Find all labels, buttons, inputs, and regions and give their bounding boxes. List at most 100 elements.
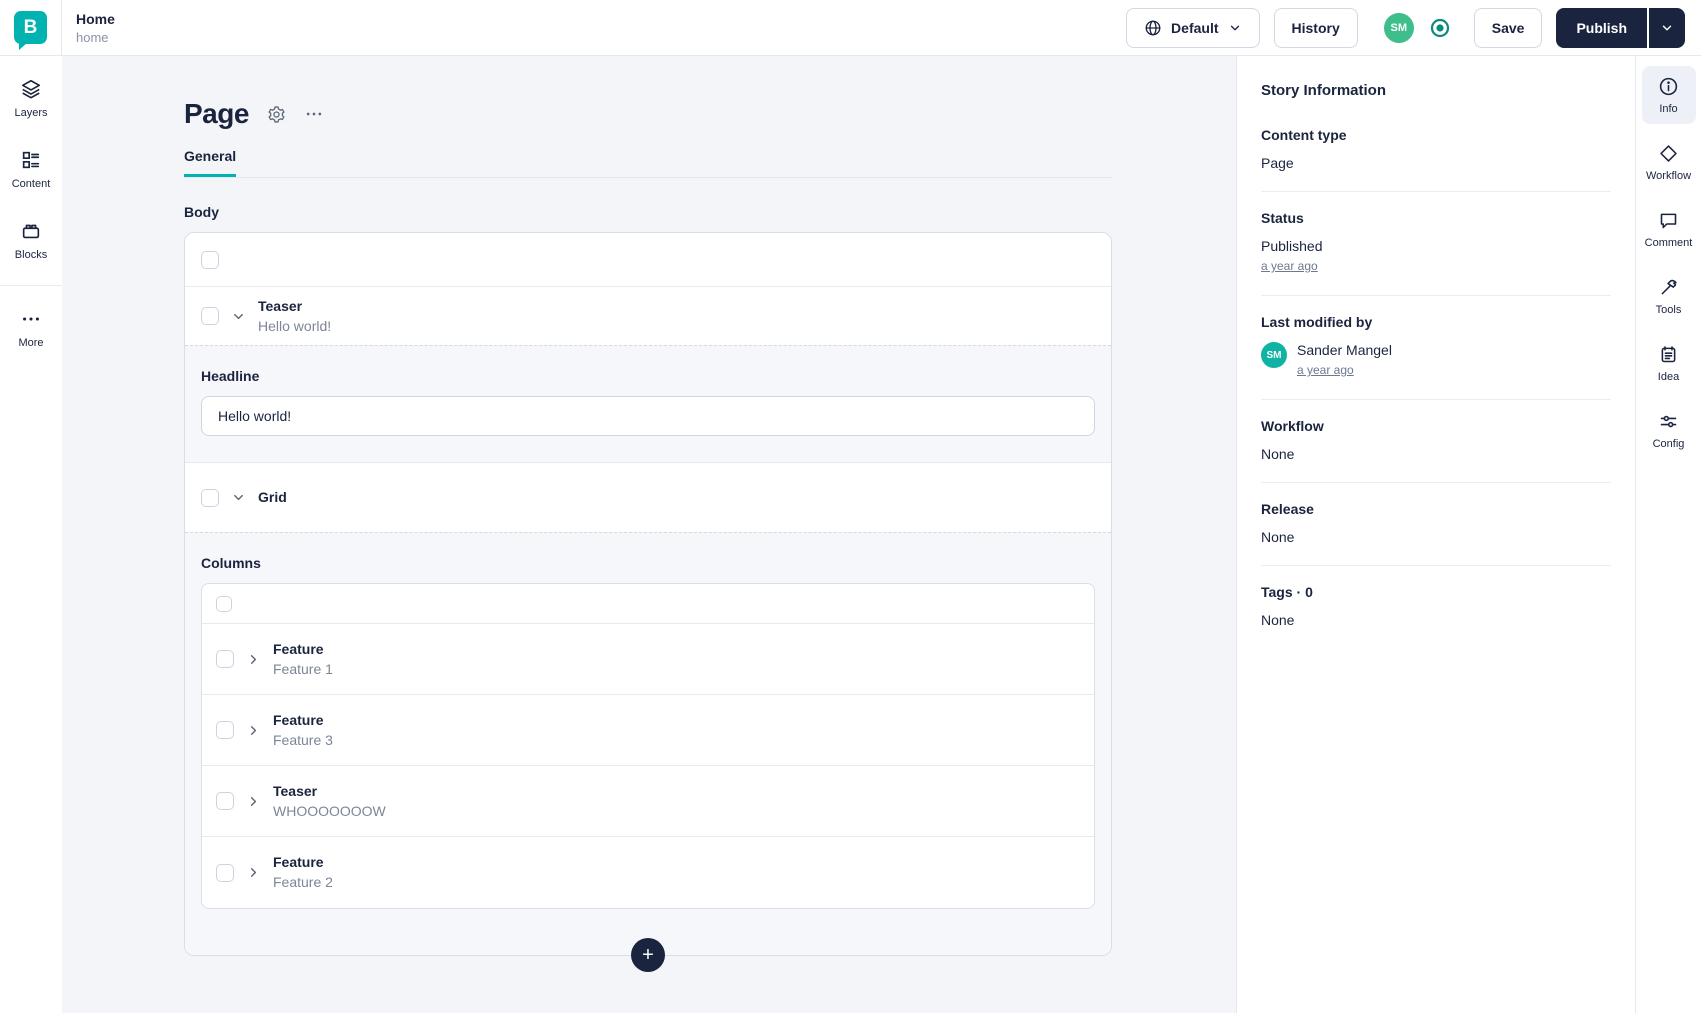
page-title: Page [184,98,249,129]
sidebar-item-blocks[interactable]: Blocks [0,214,62,267]
panel-tab-info[interactable]: Info [1641,66,1696,124]
panel-tab-idea[interactable]: Idea [1642,334,1696,392]
column-block-row[interactable]: Feature Feature 1 [202,624,1094,695]
chevron-right-icon[interactable] [246,865,261,880]
panel-tab-label: Config [1652,438,1685,450]
left-sidebar: Layers Content Blocks More [0,56,62,1013]
globe-icon [1144,19,1162,37]
chevron-down-icon[interactable] [231,309,246,324]
chevron-down-icon [1660,21,1674,35]
history-button[interactable]: History [1273,7,1358,48]
editor-column: Page General Body Teaser Hello world! He… [184,98,1112,972]
block-checkbox[interactable] [216,650,234,668]
block-checkbox[interactable] [216,863,234,882]
sidebar-item-label: More [18,337,44,349]
comment-bubble-icon [1658,210,1679,231]
block-row-grid[interactable]: Grid [185,462,1111,532]
block-subtitle: Feature 3 [273,731,333,748]
sidebar-divider [0,285,62,286]
teaser-expanded-panel: Headline [185,345,1111,462]
panel-tab-label: Workflow [1645,170,1692,182]
topbar-actions: Default History SM Save Publish [1126,7,1685,48]
block-title: Feature [273,854,324,870]
body-blocks-card: Teaser Hello world! Headline Grid Column… [184,232,1112,972]
record-icon[interactable] [1428,16,1452,40]
page-title-row: Page [184,98,1112,130]
status-label: Status [1261,210,1304,226]
chevron-down-icon[interactable] [231,490,246,505]
panel-tab-comment[interactable]: Comment [1642,200,1696,258]
user-avatar[interactable]: SM [1383,12,1414,43]
right-sidebar: Info Workflow Comment Tools Idea Config [1635,56,1701,1013]
divider [1261,295,1611,296]
panel-tab-label: Tools [1655,304,1682,316]
workflow-label: Workflow [1261,418,1324,434]
notepad-icon [1658,344,1679,365]
column-block-row[interactable]: Feature Feature 3 [202,695,1094,766]
panel-tab-label: Idea [1657,371,1680,383]
gear-icon[interactable] [267,105,286,124]
save-button[interactable]: Save [1473,7,1543,48]
column-block-row[interactable]: Teaser WHOOOOOOOW [202,766,1094,837]
block-subtitle: WHOOOOOOOW [273,802,386,819]
block-titles: Feature Feature 3 [273,712,333,749]
panel-tab-label: Comment [1644,237,1693,249]
publish-dropdown-button[interactable] [1647,7,1685,48]
sidebar-item-label: Layers [14,107,48,119]
content-type-value: Page [1261,155,1294,171]
more-dots-icon [20,308,42,330]
divider [1261,482,1611,483]
select-all-checkbox[interactable] [216,595,232,612]
layers-icon [20,78,42,100]
breadcrumb: Home home [76,11,115,45]
block-row-teaser[interactable]: Teaser Hello world! [185,287,1111,345]
user-name: Sander Mangel [1297,342,1392,358]
content-type-section: Content type Page [1261,127,1611,171]
columns-blocks-card: Feature Feature 1 Feature Feature 3 Teas… [201,583,1095,909]
column-block-row[interactable]: Feature Feature 2 [202,837,1094,908]
block-checkbox[interactable] [216,721,234,739]
chevron-right-icon[interactable] [246,794,261,809]
headline-input[interactable] [201,396,1095,436]
select-all-checkbox[interactable] [201,250,219,269]
panel-tab-config[interactable]: Config [1642,401,1696,459]
block-title: Feature [273,640,324,657]
save-button-label: Save [1491,19,1525,36]
history-button-label: History [1291,19,1340,36]
release-section: Release None [1261,501,1611,545]
block-checkbox[interactable] [216,792,234,810]
tab-general[interactable]: General [184,148,237,177]
modified-time-link[interactable]: a year ago [1297,363,1354,377]
block-title: Teaser [258,297,303,314]
add-block-button[interactable]: + [631,938,665,972]
publish-button[interactable]: Publish [1556,8,1647,48]
panel-tab-workflow[interactable]: Workflow [1642,133,1696,191]
sidebar-item-label: Blocks [14,249,48,261]
sidebar-item-more[interactable]: More [0,302,62,355]
status-value: Published [1261,238,1323,254]
hammer-icon [1658,277,1679,298]
storyblok-logo-icon[interactable]: B [14,11,47,50]
content-type-label: Content type [1261,127,1347,143]
story-info-panel: Story Information Content type Page Stat… [1236,56,1635,1013]
block-title: Feature [273,711,324,728]
divider [1261,565,1611,566]
ellipsis-icon[interactable] [304,104,324,124]
topbar: Home home Default History SM Save Publis… [62,0,1701,56]
status-time-link[interactable]: a year ago [1261,259,1318,273]
divider [1261,191,1611,192]
block-checkbox[interactable] [201,307,219,325]
block-titles: Feature Feature 1 [273,641,333,678]
publish-split-button: Publish [1556,7,1685,48]
logo-cell: B [0,0,62,56]
sidebar-item-layers[interactable]: Layers [0,72,62,125]
blocks-select-all-row [185,233,1111,287]
language-selector-button[interactable]: Default [1126,7,1260,48]
sidebar-item-content[interactable]: Content [0,143,62,196]
chevron-right-icon[interactable] [246,723,261,738]
panel-tab-tools[interactable]: Tools [1642,267,1696,325]
chevron-right-icon[interactable] [246,652,261,667]
block-checkbox[interactable] [201,488,219,507]
breadcrumb-slug: home [76,29,109,45]
info-icon [1658,76,1679,97]
